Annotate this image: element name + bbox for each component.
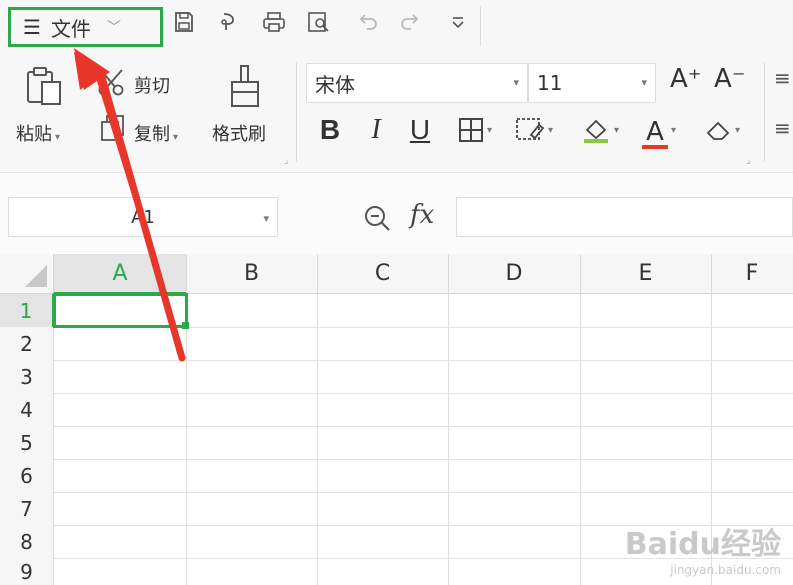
row-header-7[interactable]: 7 [0,492,54,525]
copy-button[interactable]: 复制 ▾ [134,120,178,146]
gridline [580,254,581,585]
row-header-5[interactable]: 5 [0,426,54,459]
font-color-swatch [641,144,668,149]
row-header-8[interactable]: 8 [0,525,54,558]
dropdown-arrow-icon: ▾ [486,124,493,136]
eraser-icon [706,121,730,140]
paint-bucket-icon [583,119,608,143]
spreadsheet-grid: A B C D E F 1 2 3 4 5 6 7 8 9 Baidu经验 ji… [0,254,793,585]
watermark-brand: Baidu经验 [624,527,781,562]
column-header-c[interactable]: C [317,254,448,294]
format-painter-label[interactable]: 格式刷 [212,120,266,146]
group-expand-icon[interactable]: ⌟ [284,156,288,166]
scissors-icon[interactable] [96,66,128,98]
column-header-f[interactable]: F [711,254,793,294]
dropdown-arrow-icon: ▾ [734,124,741,136]
hamburger-icon: ☰ [23,15,41,39]
copy-icon[interactable] [100,114,126,142]
row-header-3[interactable]: 3 [0,360,54,393]
name-box-value: A1 [131,206,155,228]
column-header-b[interactable]: B [186,254,317,294]
dropdown-arrow-icon: ▾ [263,212,269,225]
fx-button[interactable]: fx [410,200,434,230]
dropdown-arrow-icon: ▾ [173,132,179,143]
border-icon [458,118,483,142]
watermark-url: jingyan.baidu.com [670,563,781,577]
gridline [54,426,793,427]
align-icon[interactable]: ≡ [774,116,791,140]
row-header-6[interactable]: 6 [0,459,54,492]
divider [480,6,481,46]
print-icon[interactable] [260,8,288,36]
cut-label[interactable]: 剪切 [134,72,170,98]
font-increase-button[interactable]: A⁺ [670,64,702,94]
fill-handle[interactable] [182,322,189,329]
select-all-corner[interactable] [0,254,54,294]
cell-style-button[interactable]: ▾ [508,112,560,148]
column-header-d[interactable]: D [448,254,580,294]
divider [163,10,164,46]
dropdown-arrow-icon: ▾ [547,124,554,136]
gridline [54,360,793,361]
format-painter-quick-icon[interactable] [216,8,244,36]
group-expand-icon[interactable]: ⌟ [746,156,750,166]
dropdown-arrow-icon: ▾ [513,76,519,89]
undo-icon[interactable] [354,8,382,36]
customize-dropdown-icon[interactable] [444,8,472,36]
row-header-9[interactable]: 9 [0,558,54,585]
format-painter-icon[interactable] [226,62,264,110]
active-cell-a1[interactable] [53,293,188,328]
chevron-down-icon: ﹀ [106,20,121,36]
underline-button[interactable]: U [404,112,436,148]
redo-icon[interactable] [396,8,424,36]
dropdown-arrow-icon: ▾ [55,132,61,143]
divider [764,62,765,162]
font-color-button[interactable]: A ▾ [634,112,684,149]
italic-button[interactable]: I [362,112,390,148]
font-decrease-button[interactable]: A⁻ [714,64,746,94]
dropdown-arrow-icon: ▾ [670,124,677,136]
row-header-2[interactable]: 2 [0,327,54,360]
row-header-1[interactable]: 1 [0,294,54,327]
font-name-value: 宋体 [315,72,355,97]
paste-label: 粘贴 [16,124,52,145]
paste-button[interactable]: 粘贴 ▾ [16,120,60,146]
font-name-select[interactable]: 宋体 ▾ [306,63,528,103]
watermark: Baidu经验 jingyan.baidu.com [625,519,781,577]
align-icon[interactable]: ≡ [774,66,791,90]
name-box[interactable]: A1 ▾ [8,197,278,237]
dropdown-arrow-icon: ▾ [613,124,620,136]
dropdown-arrow-icon: ▾ [641,76,647,89]
file-menu-label: 文件 [50,16,91,41]
font-color-label: A [646,116,664,147]
bold-button[interactable]: B [314,112,346,148]
column-header-a[interactable]: A [54,254,186,294]
divider [296,62,297,162]
gridline [54,492,793,493]
copy-label: 复制 [134,124,170,145]
clear-format-button[interactable]: ▾ [696,112,748,148]
column-header-e[interactable]: E [580,254,711,294]
formula-input[interactable] [456,197,793,237]
gridline [317,254,318,585]
font-size-value: 11 [537,71,563,95]
save-icon[interactable] [170,8,198,36]
font-size-select[interactable]: 11 ▾ [528,63,656,103]
print-preview-icon[interactable] [305,8,333,36]
paste-icon[interactable] [22,64,66,108]
gridline [448,254,449,585]
zoom-formula-icon[interactable] [362,203,392,233]
file-menu-button[interactable]: ☰ 文件 ﹀ [8,7,163,47]
row-header-4[interactable]: 4 [0,393,54,426]
fill-color-button[interactable]: ▾ [574,112,626,148]
gridline [54,393,793,394]
gridline [54,459,793,460]
cell-style-icon [516,118,545,140]
border-button[interactable]: ▾ [450,112,500,148]
